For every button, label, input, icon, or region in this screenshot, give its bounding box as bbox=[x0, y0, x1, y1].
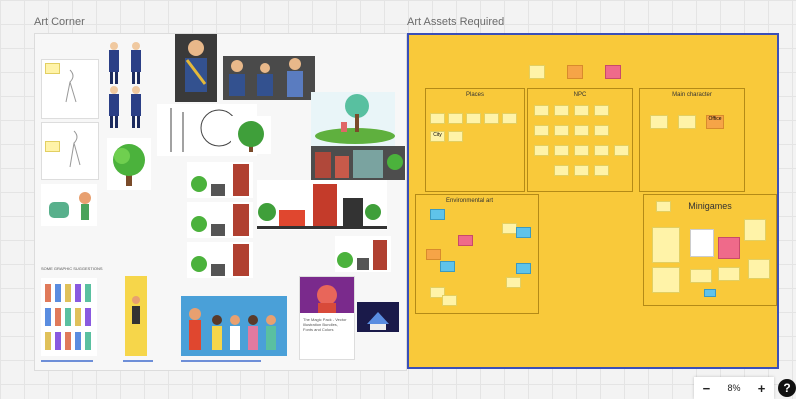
zoom-controls: − 8% + bbox=[694, 377, 774, 399]
mayor-sprites-image[interactable] bbox=[223, 56, 315, 100]
office-label: Office bbox=[708, 116, 722, 122]
sticky-note[interactable] bbox=[466, 113, 481, 124]
sticky-note[interactable] bbox=[442, 295, 457, 306]
sticky-note[interactable] bbox=[554, 145, 569, 156]
sticky-note[interactable] bbox=[678, 115, 696, 129]
sticky-note[interactable] bbox=[594, 105, 609, 116]
magic-pack-card[interactable]: The Magic Pack - Vector Illustration Bun… bbox=[299, 276, 355, 360]
art-assets-frame[interactable]: Places City NPC Main character Office En… bbox=[407, 33, 779, 369]
tree-color-image[interactable] bbox=[231, 116, 271, 154]
magic-pack-title[interactable]: The Magic Pack - Vector Illustration Bun… bbox=[303, 317, 347, 332]
minigames-section[interactable]: Minigames bbox=[643, 194, 777, 306]
house-night-image[interactable] bbox=[357, 302, 399, 332]
sticky-note[interactable] bbox=[554, 125, 569, 136]
police-officer-sprites-image[interactable] bbox=[105, 40, 155, 128]
sticky-note[interactable] bbox=[748, 259, 770, 279]
tree-image[interactable] bbox=[107, 138, 151, 190]
source-link[interactable] bbox=[41, 360, 93, 362]
sticky-note[interactable] bbox=[594, 165, 609, 176]
building-tree-set-image[interactable] bbox=[187, 202, 253, 238]
sticky-note[interactable] bbox=[594, 125, 609, 136]
help-button[interactable]: ? bbox=[778, 379, 796, 397]
sticky-note[interactable] bbox=[534, 125, 549, 136]
source-link[interactable] bbox=[181, 360, 261, 362]
building-row-image[interactable] bbox=[335, 236, 391, 272]
sticky-note[interactable] bbox=[448, 113, 463, 124]
sticky-note[interactable] bbox=[704, 289, 716, 297]
sticky-note[interactable] bbox=[529, 65, 545, 79]
sticky-note[interactable] bbox=[554, 105, 569, 116]
source-link[interactable] bbox=[123, 360, 153, 362]
sticky-note[interactable] bbox=[430, 209, 445, 220]
graphic-suggestions-label: SOME GRAPHIC SUGGESTIONS bbox=[41, 266, 103, 271]
character-green-image[interactable] bbox=[41, 184, 97, 226]
sticky-note[interactable] bbox=[574, 145, 589, 156]
npc-title: NPC bbox=[573, 92, 587, 98]
mayor-character-image[interactable] bbox=[175, 34, 217, 102]
sticky-note[interactable] bbox=[440, 261, 455, 272]
sticky-note[interactable] bbox=[45, 141, 60, 152]
sticky-note[interactable] bbox=[574, 165, 589, 176]
sticky-note[interactable] bbox=[458, 235, 473, 246]
building-tree-set-image[interactable] bbox=[187, 242, 253, 278]
zoom-level-display[interactable]: 8% bbox=[727, 383, 740, 393]
art-assets-title[interactable]: Art Assets Required bbox=[407, 16, 504, 28]
diverse-people-image[interactable] bbox=[181, 296, 287, 356]
sticky-note[interactable] bbox=[744, 219, 766, 241]
art-corner-title[interactable]: Art Corner bbox=[34, 16, 85, 28]
sticky-note[interactable] bbox=[45, 63, 60, 74]
city-block-image[interactable] bbox=[257, 180, 387, 230]
phone-character-image[interactable] bbox=[125, 276, 147, 356]
sticky-note[interactable] bbox=[506, 277, 521, 288]
zoom-out-button[interactable]: − bbox=[703, 381, 711, 396]
building-tree-set-image[interactable] bbox=[187, 162, 253, 198]
sticky-note[interactable] bbox=[554, 165, 569, 176]
main-character-section[interactable]: Main character Office bbox=[639, 88, 745, 192]
sticky-note[interactable] bbox=[448, 131, 463, 142]
street-buildings-image[interactable] bbox=[311, 146, 405, 180]
sticky-note[interactable] bbox=[430, 113, 445, 124]
park-scene-image[interactable] bbox=[311, 92, 395, 148]
sticky-note[interactable] bbox=[652, 227, 680, 263]
sticky-note[interactable] bbox=[502, 223, 517, 234]
sticky-note[interactable] bbox=[534, 145, 549, 156]
city-label: City bbox=[433, 132, 442, 138]
art-corner-frame[interactable]: SOME GRAPHIC SUGGESTIONS The Magic Pack … bbox=[34, 33, 407, 371]
environmental-art-title: Environmental art bbox=[446, 198, 494, 204]
npc-section[interactable]: NPC bbox=[527, 88, 633, 192]
sticky-note[interactable] bbox=[516, 227, 531, 238]
sticky-note[interactable] bbox=[652, 267, 680, 293]
sticky-note[interactable] bbox=[656, 201, 671, 212]
sticky-note[interactable] bbox=[574, 125, 589, 136]
sticky-note[interactable] bbox=[502, 113, 517, 124]
places-section[interactable]: Places City bbox=[425, 88, 525, 192]
character-sketch-image[interactable] bbox=[41, 122, 99, 180]
people-set-image[interactable] bbox=[41, 278, 97, 356]
sticky-note[interactable] bbox=[426, 249, 441, 260]
main-character-title: Main character bbox=[672, 92, 712, 98]
sticky-note[interactable] bbox=[718, 267, 740, 281]
sticky-note[interactable] bbox=[594, 145, 609, 156]
sticky-note[interactable] bbox=[650, 115, 668, 129]
zoom-in-button[interactable]: + bbox=[758, 381, 766, 396]
sticky-note[interactable] bbox=[718, 237, 740, 259]
character-sketch-image[interactable] bbox=[41, 59, 99, 119]
sticky-note[interactable] bbox=[614, 145, 629, 156]
places-title: Places bbox=[465, 92, 484, 98]
sticky-note[interactable] bbox=[567, 65, 583, 79]
sticky-note-city[interactable]: City bbox=[430, 131, 445, 142]
sticky-note[interactable] bbox=[534, 105, 549, 116]
sticky-note[interactable] bbox=[690, 269, 712, 283]
environmental-art-section[interactable]: Environmental art bbox=[415, 194, 539, 314]
sticky-note-office[interactable]: Office bbox=[706, 115, 724, 129]
sticky-note[interactable] bbox=[690, 229, 714, 257]
sticky-note[interactable] bbox=[605, 65, 621, 79]
sticky-note[interactable] bbox=[574, 105, 589, 116]
sticky-note[interactable] bbox=[484, 113, 499, 124]
sticky-note[interactable] bbox=[516, 263, 531, 274]
